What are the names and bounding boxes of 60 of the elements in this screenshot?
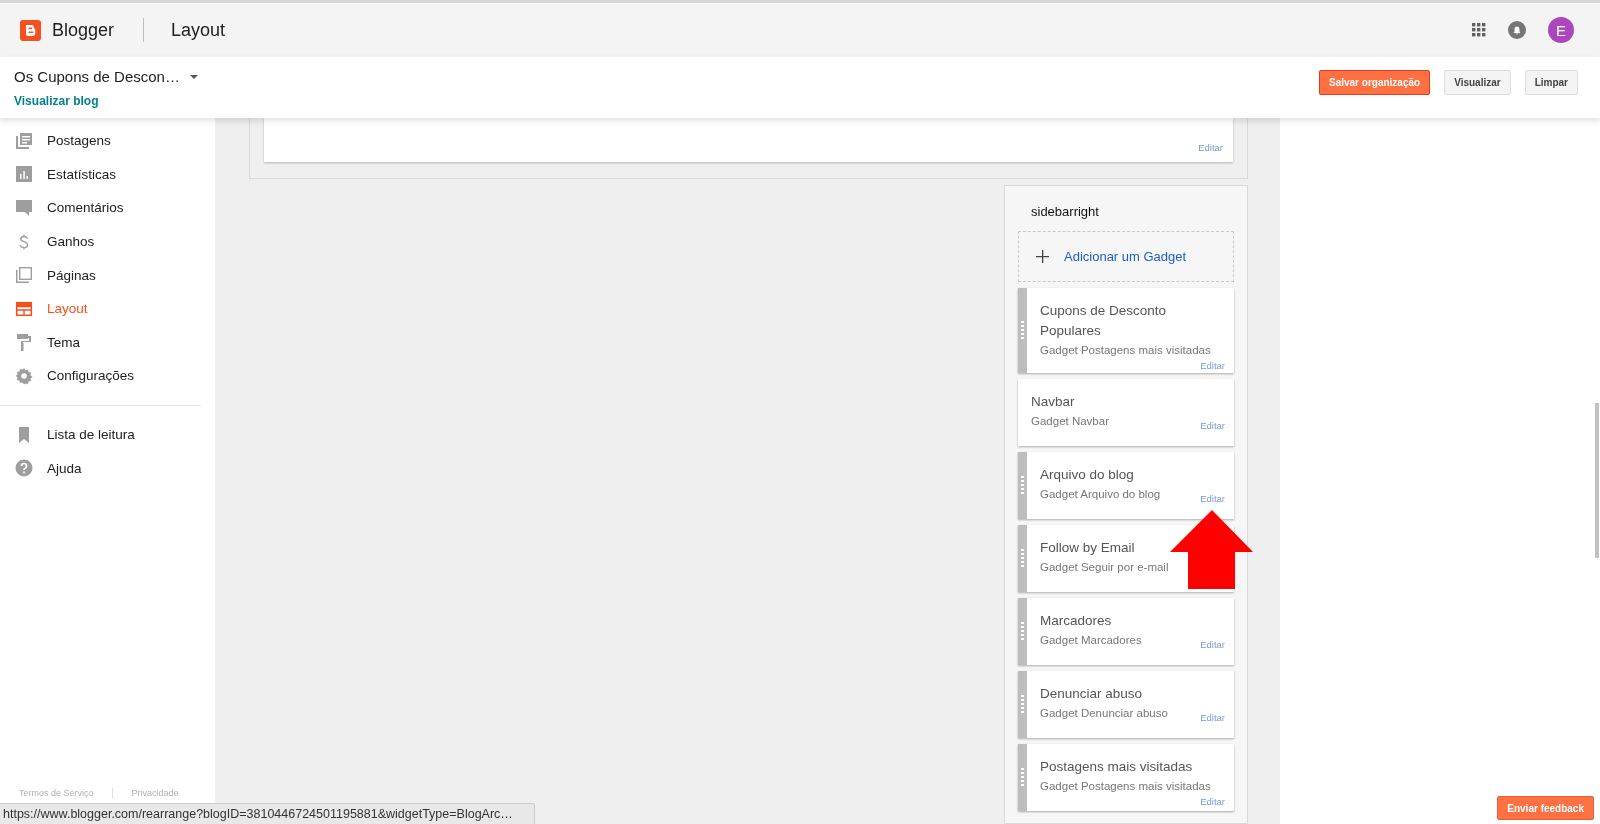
gadget-card[interactable]: Postagens mais visitadas Gadget Postagens mais visitadas Editar [1018,744,1234,811]
gadget-card[interactable]: Arquivo do blog Gadget Arquivo do blog Editar [1018,452,1234,519]
gadget-title: Follow by Email [1040,539,1136,557]
drag-handle[interactable] [1018,452,1027,519]
page-title: Layout [171,19,227,41]
action-button[interactable]: Limpar [1524,70,1578,95]
posts-icon [15,131,33,150]
apps-grid-icon[interactable] [1472,23,1486,37]
gadget-card[interactable]: Denunciar abuso Gadget Denunciar abuso Editar [1018,671,1234,738]
plus-icon [1036,250,1049,263]
notifications-icon[interactable] [1508,21,1526,39]
gadget-type: Gadget Seguir por e-mail [1040,561,1169,573]
speech-bubble-icon [15,199,33,217]
pages-icon [15,266,33,285]
nav-item[interactable]: Tema [0,325,215,360]
nav-item[interactable]: Lista de leitura [0,417,215,452]
add-gadget-button[interactable]: Adicionar um Gadget [1018,231,1234,282]
nav-item[interactable]: Ganhos [0,224,215,259]
drag-handle[interactable] [1018,744,1027,811]
gadget-title: Navbar [1031,393,1076,411]
drag-handle[interactable] [1018,288,1027,373]
nav-item[interactable]: Estatísticas [0,157,215,192]
nav-item[interactable]: Postagens [0,124,215,158]
gadget-type: Gadget Postagens mais visitadas [1040,780,1211,792]
scrollbar-thumb[interactable] [1593,403,1600,558]
section-title: sidebarright [1030,203,1100,221]
settings-icon [15,366,33,385]
nav-item[interactable]: Comentários [0,191,215,225]
blog-title[interactable]: Os Cupons de Descon… [14,68,180,85]
gadget-type: Gadget Denunciar abuso [1040,707,1168,719]
paint-roller-icon [15,333,33,352]
dropdown-caret-icon[interactable] [189,74,198,79]
gadget-title: Marcadores [1040,612,1113,630]
drag-handle[interactable] [1018,598,1027,665]
gadget-type: Gadget Arquivo do blog [1040,488,1161,500]
drag-handle[interactable] [1018,525,1027,592]
status-url: https://www.blogger.com/rearrange?blogID=3810446724501195881&widgetType=BlogArc… [0,803,535,824]
nav-item[interactable]: Layout [0,291,215,326]
gadget-title: Arquivo do blog [1040,466,1135,484]
avatar[interactable]: E [1548,17,1574,43]
drag-handle[interactable] [1018,671,1027,738]
app-name: Blogger [52,19,115,41]
gadget-card[interactable]: Cupons de Desconto Populares Gadget Postagens mais visitadas Editar [1018,288,1234,373]
gadget-title: Postagens mais visitadas [1040,758,1194,776]
help-icon [15,459,33,478]
gadget-type: Gadget Postagens mais visitadas [1040,344,1211,356]
gadget-title: Denunciar abuso [1040,685,1144,703]
gadget-card[interactable]: Marcadores Gadget Marcadores Editar [1018,598,1234,665]
blogger-logo [20,19,41,41]
view-blog-link[interactable]: Visualizar blog [14,94,1319,108]
gadget-card[interactable]: Navbar Gadget Navbar Editar [1018,379,1234,446]
nav-item[interactable]: Ajuda [0,451,215,485]
nav-item[interactable]: Configurações [0,359,215,393]
gadget-type: Gadget Navbar [1031,415,1109,427]
gadget-title: Cupons de Desconto Populares [1040,302,1168,340]
bar-chart-icon [15,165,33,184]
gadget-type: Gadget Marcadores [1040,634,1142,646]
nav-item[interactable]: Páginas [0,258,215,292]
layout-icon [15,299,33,318]
action-button[interactable]: Visualizar [1444,70,1511,95]
